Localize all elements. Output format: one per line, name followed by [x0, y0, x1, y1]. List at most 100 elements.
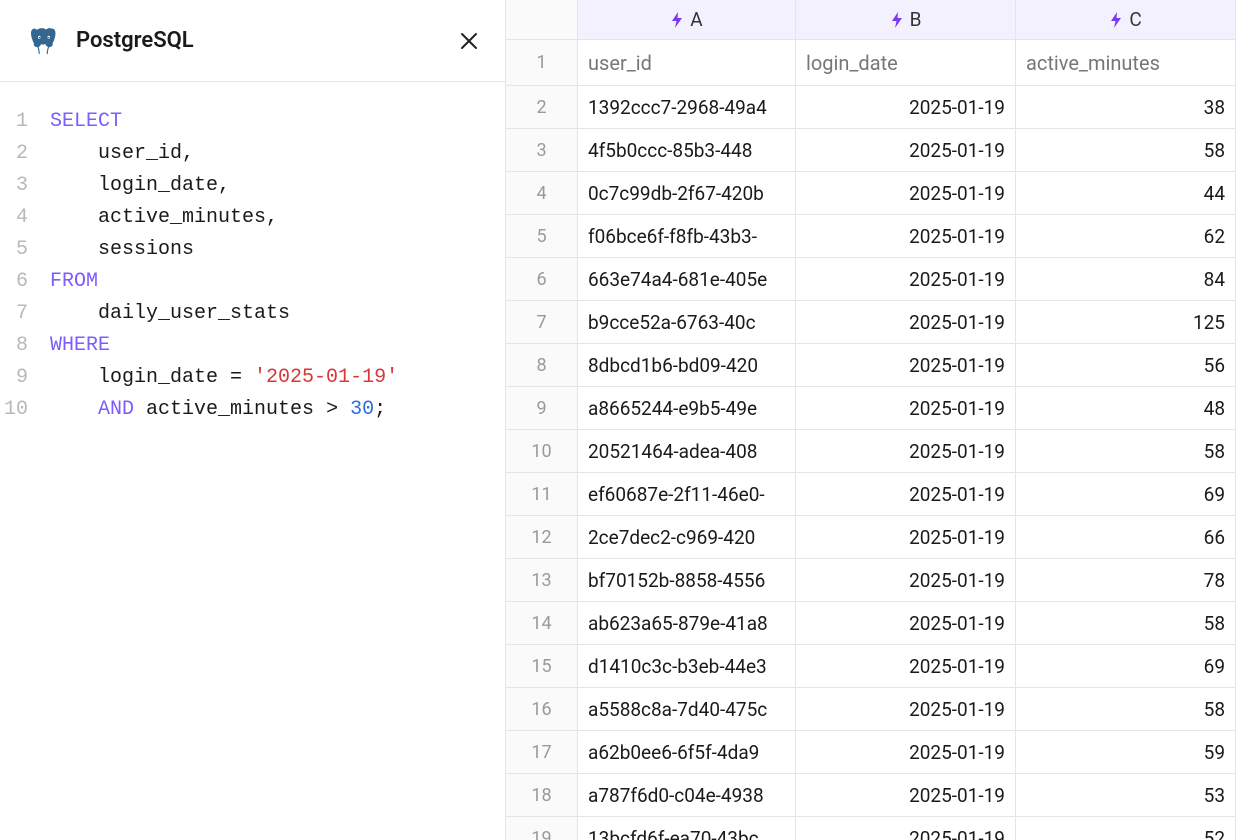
row-number[interactable]: 12: [506, 516, 578, 559]
code-content[interactable]: daily_user_stats: [50, 298, 485, 330]
editor-line[interactable]: 8WHERE: [0, 330, 485, 362]
cell-user-id[interactable]: a787f6d0-c04e-4938: [578, 774, 796, 817]
cell-login-date[interactable]: 2025-01-19: [796, 430, 1016, 473]
cell-login-date[interactable]: 2025-01-19: [796, 387, 1016, 430]
row-number[interactable]: 19: [506, 817, 578, 840]
cell-active-minutes[interactable]: 56: [1016, 344, 1236, 387]
row-number[interactable]: 2: [506, 86, 578, 129]
cell-user-id[interactable]: 2ce7dec2-c969-420: [578, 516, 796, 559]
cell-user-id[interactable]: 8dbcd1b6-bd09-420: [578, 344, 796, 387]
code-content[interactable]: sessions: [50, 234, 485, 266]
cell-login-date[interactable]: 2025-01-19: [796, 774, 1016, 817]
column-letter-header[interactable]: B: [796, 0, 1016, 40]
row-number[interactable]: 3: [506, 129, 578, 172]
sql-editor[interactable]: 1SELECT2 user_id,3 login_date,4 active_m…: [0, 82, 505, 426]
cell-login-date[interactable]: 2025-01-19: [796, 215, 1016, 258]
cell-active-minutes[interactable]: 52: [1016, 817, 1236, 840]
row-number[interactable]: 17: [506, 731, 578, 774]
row-number[interactable]: 14: [506, 602, 578, 645]
cell-login-date[interactable]: 2025-01-19: [796, 301, 1016, 344]
cell-user-id[interactable]: bf70152b-8858-4556: [578, 559, 796, 602]
editor-line[interactable]: 7 daily_user_stats: [0, 298, 485, 330]
cell-active-minutes[interactable]: 69: [1016, 645, 1236, 688]
cell-login-date[interactable]: 2025-01-19: [796, 817, 1016, 840]
cell-user-id[interactable]: b9cce52a-6763-40c: [578, 301, 796, 344]
cell-active-minutes[interactable]: 69: [1016, 473, 1236, 516]
cell-login-date[interactable]: 2025-01-19: [796, 86, 1016, 129]
code-content[interactable]: AND active_minutes > 30;: [50, 394, 485, 426]
cell-user-id[interactable]: 4f5b0ccc-85b3-448: [578, 129, 796, 172]
row-number[interactable]: 9: [506, 387, 578, 430]
cell-login-date[interactable]: 2025-01-19: [796, 602, 1016, 645]
code-content[interactable]: WHERE: [50, 330, 485, 362]
cell-login-date[interactable]: 2025-01-19: [796, 559, 1016, 602]
cell-user-id[interactable]: 663e74a4-681e-405e: [578, 258, 796, 301]
cell-active-minutes[interactable]: 38: [1016, 86, 1236, 129]
code-content[interactable]: login_date = '2025-01-19': [50, 362, 485, 394]
cell-user-id[interactable]: a62b0ee6-6f5f-4da9: [578, 731, 796, 774]
cell-active-minutes[interactable]: 59: [1016, 731, 1236, 774]
cell-user-id[interactable]: f06bce6f-f8fb-43b3-: [578, 215, 796, 258]
editor-line[interactable]: 4 active_minutes,: [0, 202, 485, 234]
cell-user-id[interactable]: 20521464-adea-408: [578, 430, 796, 473]
cell-login-date[interactable]: 2025-01-19: [796, 516, 1016, 559]
cell-login-date[interactable]: 2025-01-19: [796, 129, 1016, 172]
code-content[interactable]: active_minutes,: [50, 202, 485, 234]
row-number[interactable]: 16: [506, 688, 578, 731]
cell-user-id[interactable]: 13bcfd6f-ea70-43bc: [578, 817, 796, 840]
editor-line[interactable]: 2 user_id,: [0, 138, 485, 170]
cell-active-minutes[interactable]: 84: [1016, 258, 1236, 301]
row-number[interactable]: 18: [506, 774, 578, 817]
editor-line[interactable]: 1SELECT: [0, 106, 485, 138]
field-header-cell[interactable]: active_minutes: [1016, 40, 1236, 86]
editor-line[interactable]: 6FROM: [0, 266, 485, 298]
cell-active-minutes[interactable]: 78: [1016, 559, 1236, 602]
cell-active-minutes[interactable]: 58: [1016, 129, 1236, 172]
cell-active-minutes[interactable]: 62: [1016, 215, 1236, 258]
cell-login-date[interactable]: 2025-01-19: [796, 688, 1016, 731]
row-number[interactable]: 11: [506, 473, 578, 516]
row-number[interactable]: 15: [506, 645, 578, 688]
cell-user-id[interactable]: a8665244-e9b5-49e: [578, 387, 796, 430]
row-number[interactable]: 8: [506, 344, 578, 387]
editor-line[interactable]: 3 login_date,: [0, 170, 485, 202]
row-number[interactable]: 6: [506, 258, 578, 301]
cell-login-date[interactable]: 2025-01-19: [796, 258, 1016, 301]
close-button[interactable]: [453, 25, 485, 57]
row-number[interactable]: 10: [506, 430, 578, 473]
cell-active-minutes[interactable]: 58: [1016, 688, 1236, 731]
cell-active-minutes[interactable]: 53: [1016, 774, 1236, 817]
cell-user-id[interactable]: ef60687e-2f11-46e0-: [578, 473, 796, 516]
cell-login-date[interactable]: 2025-01-19: [796, 645, 1016, 688]
code-content[interactable]: FROM: [50, 266, 485, 298]
row-number[interactable]: 5: [506, 215, 578, 258]
cell-user-id[interactable]: 0c7c99db-2f67-420b: [578, 172, 796, 215]
row-number[interactable]: 4: [506, 172, 578, 215]
row-number[interactable]: 1: [506, 40, 578, 86]
code-content[interactable]: login_date,: [50, 170, 485, 202]
field-header-cell[interactable]: user_id: [578, 40, 796, 86]
cell-active-minutes[interactable]: 125: [1016, 301, 1236, 344]
cell-user-id[interactable]: a5588c8a-7d40-475c: [578, 688, 796, 731]
cell-login-date[interactable]: 2025-01-19: [796, 473, 1016, 516]
editor-line[interactable]: 5 sessions: [0, 234, 485, 266]
field-header-cell[interactable]: login_date: [796, 40, 1016, 86]
cell-active-minutes[interactable]: 58: [1016, 602, 1236, 645]
cell-active-minutes[interactable]: 58: [1016, 430, 1236, 473]
cell-user-id[interactable]: 1392ccc7-2968-49a4: [578, 86, 796, 129]
cell-user-id[interactable]: d1410c3c-b3eb-44e3: [578, 645, 796, 688]
cell-active-minutes[interactable]: 48: [1016, 387, 1236, 430]
editor-line[interactable]: 10 AND active_minutes > 30;: [0, 394, 485, 426]
code-content[interactable]: SELECT: [50, 106, 485, 138]
editor-line[interactable]: 9 login_date = '2025-01-19': [0, 362, 485, 394]
cell-active-minutes[interactable]: 66: [1016, 516, 1236, 559]
cell-login-date[interactable]: 2025-01-19: [796, 172, 1016, 215]
row-number[interactable]: 13: [506, 559, 578, 602]
row-number[interactable]: 7: [506, 301, 578, 344]
column-letter-header[interactable]: A: [578, 0, 796, 40]
cell-user-id[interactable]: ab623a65-879e-41a8: [578, 602, 796, 645]
cell-login-date[interactable]: 2025-01-19: [796, 344, 1016, 387]
cell-active-minutes[interactable]: 44: [1016, 172, 1236, 215]
code-content[interactable]: user_id,: [50, 138, 485, 170]
column-letter-header[interactable]: C: [1016, 0, 1236, 40]
